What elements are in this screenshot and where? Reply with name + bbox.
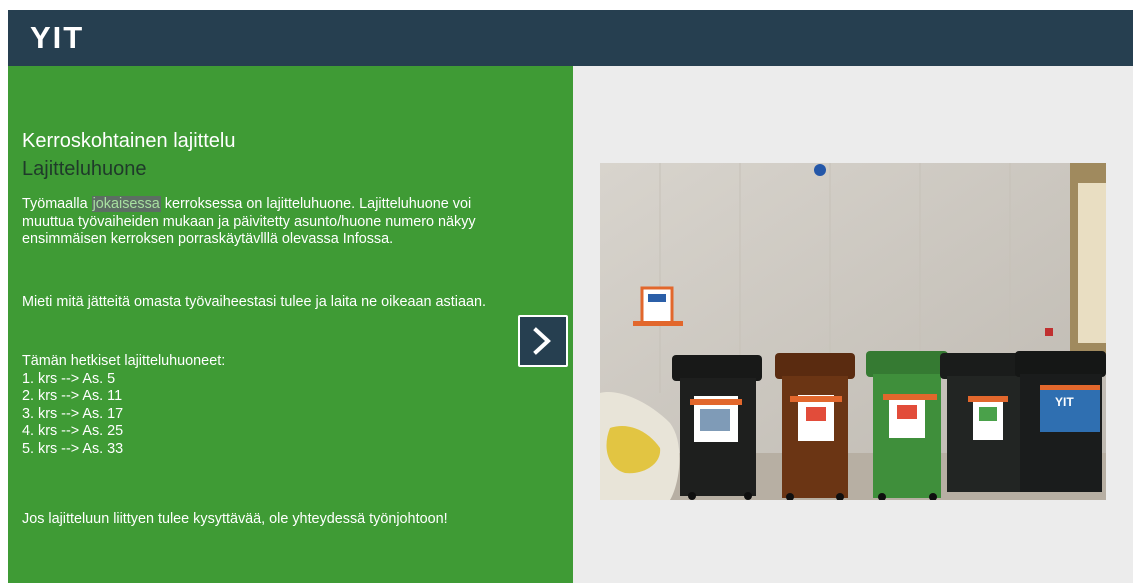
list-item: 2. krs --> As. 11: [22, 388, 123, 405]
bin-1: [672, 355, 762, 496]
rooms-block: Tämän hetkiset lajitteluhuoneet: 1. krs …: [22, 353, 522, 459]
logo-text: YIT: [30, 22, 84, 52]
list-item: 3. krs --> As. 17: [22, 405, 124, 422]
yit-logo: YIT: [30, 22, 84, 52]
bin-2: [775, 353, 855, 498]
waste-bins-photo: YIT: [600, 163, 1106, 500]
page-subtitle: Lajitteluhuone: [22, 158, 147, 180]
instruction-paragraph: Mieti mitä jätteitä omasta työvaiheestas…: [22, 294, 486, 310]
next-button[interactable]: [518, 315, 568, 367]
bins-illustration: YIT: [600, 163, 1106, 500]
bin-5: YIT: [1015, 351, 1106, 492]
rooms-list: 1. krs --> As. 5 2. krs --> As. 11 3. kr…: [22, 371, 522, 459]
bin-3: [866, 351, 948, 498]
intro-before: Työmaalla: [22, 196, 92, 212]
footer-note: Jos lajitteluun liittyen tulee kysyttävä…: [22, 511, 448, 527]
chevron-right-icon: [533, 327, 551, 355]
bin-sign-text: YIT: [1055, 395, 1074, 409]
page-title: Kerroskohtainen lajittelu: [22, 130, 236, 152]
bin-4: [940, 353, 1028, 492]
content-panel: Kerroskohtainen lajittelu Lajitteluhuone…: [8, 66, 573, 583]
list-item: 5. krs --> As. 33: [22, 440, 124, 457]
intro-highlight: jokaisessa: [91, 196, 161, 212]
rooms-heading: Tämän hetkiset lajitteluhuoneet:: [22, 353, 226, 369]
list-item: 4. krs --> As. 25: [22, 423, 124, 440]
intro-paragraph: Työmaalla jokaisessa kerroksessa on laji…: [22, 196, 522, 249]
header-bar: YIT: [8, 10, 1133, 66]
list-item: 1. krs --> As. 5: [22, 370, 116, 387]
